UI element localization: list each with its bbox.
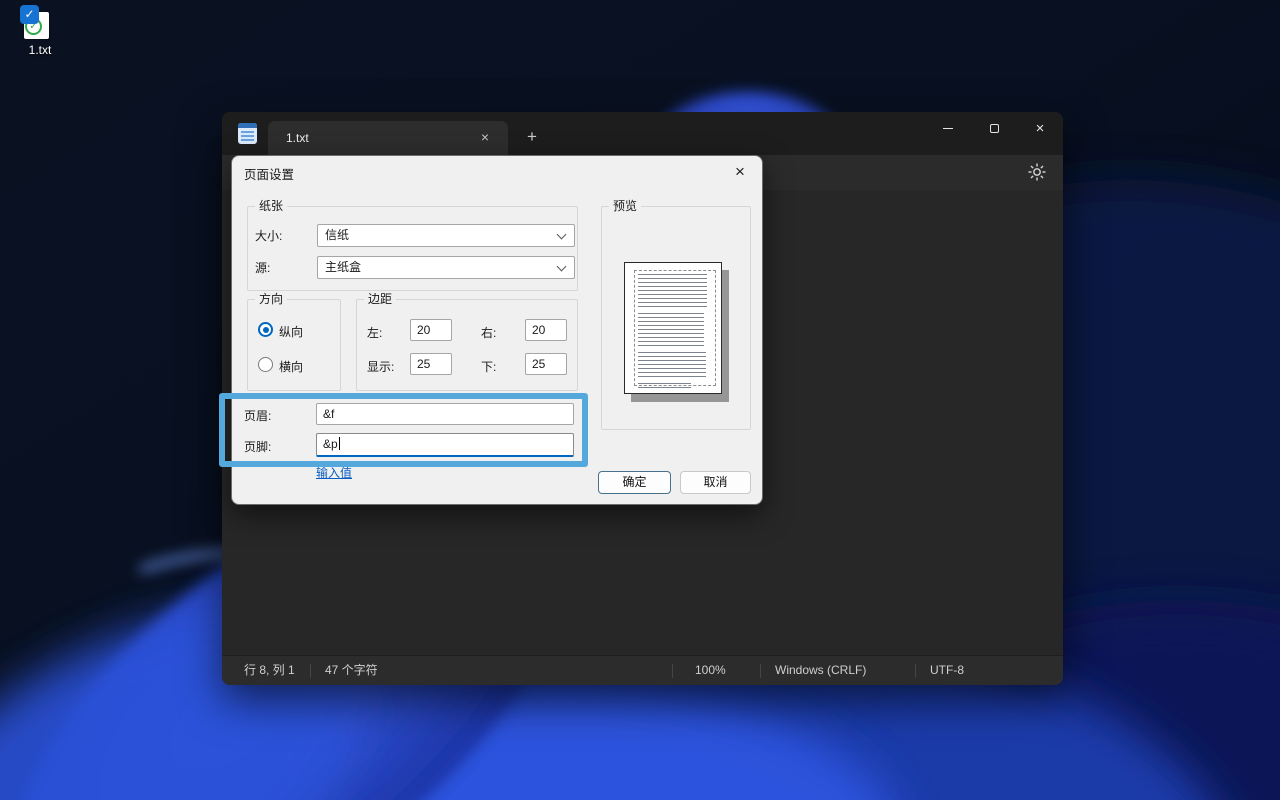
margin-top-label: 显示: (367, 358, 394, 375)
close-icon: × (1036, 121, 1045, 136)
statusbar-divider (672, 664, 673, 678)
statusbar-divider (915, 664, 916, 678)
margin-bottom-input[interactable] (525, 353, 567, 375)
desktop-icon-1txt[interactable]: ✓ ✓ 1.txt (8, 5, 72, 65)
portrait-radio[interactable] (258, 322, 273, 337)
cancel-button[interactable]: 取消 (680, 471, 751, 494)
minimize-icon (943, 128, 953, 129)
notepad-app-icon (238, 123, 257, 144)
char-count: 47 个字符 (325, 656, 378, 685)
margin-bottom-label: 下: (481, 358, 496, 375)
minimize-button[interactable] (925, 112, 971, 144)
maximize-icon (990, 124, 999, 133)
margin-left-label: 左: (367, 324, 382, 341)
orientation-group: 方向 纵向 横向 (247, 299, 341, 391)
dialog-title: 页面设置 (244, 164, 294, 183)
zoom-level[interactable]: 100% (695, 656, 726, 685)
statusbar: 行 8, 列 1 47 个字符 100% Windows (CRLF) UTF-… (222, 655, 1063, 685)
dialog-close-button[interactable]: × (727, 160, 753, 184)
paper-size-label: 大小: (255, 227, 282, 244)
preview-margin-outline (634, 270, 716, 386)
margin-top-input[interactable] (410, 353, 452, 375)
margin-left-input[interactable] (410, 319, 452, 341)
new-tab-button[interactable]: + (520, 121, 544, 155)
preview-legend: 预览 (609, 199, 641, 214)
orientation-legend: 方向 (255, 292, 287, 307)
desktop-icon-label: 1.txt (8, 43, 72, 57)
tab-close-icon[interactable]: × (474, 128, 496, 148)
gear-icon (1027, 162, 1047, 182)
landscape-radio[interactable] (258, 357, 273, 372)
landscape-label: 横向 (279, 358, 303, 375)
paper-legend: 纸张 (255, 199, 287, 214)
maximize-button[interactable] (971, 112, 1017, 144)
margins-legend: 边距 (364, 292, 396, 307)
paper-size-dropdown[interactable]: 信纸 (317, 224, 575, 247)
titlebar[interactable]: 1.txt × + × (222, 112, 1063, 155)
close-button[interactable]: × (1017, 112, 1063, 144)
preview-group: 预览 (601, 206, 751, 430)
annotation-highlight (219, 393, 588, 467)
encoding[interactable]: UTF-8 (930, 656, 964, 685)
selected-check-badge-icon: ✓ (20, 5, 39, 24)
line-ending[interactable]: Windows (CRLF) (775, 656, 866, 685)
margins-group: 边距 左: 右: 显示: 下: (356, 299, 578, 391)
tab-1txt[interactable]: 1.txt × (268, 121, 508, 155)
preview-page-thumbnail (624, 262, 722, 394)
paper-source-value: 主纸盒 (325, 260, 361, 274)
tab-title: 1.txt (286, 121, 309, 155)
desktop: ✓ ✓ 1.txt 1.txt × + × (0, 0, 1280, 800)
paper-group: 纸张 大小: 信纸 源: 主纸盒 (247, 206, 578, 291)
paper-size-value: 信纸 (325, 228, 349, 242)
ok-button[interactable]: 确定 (598, 471, 671, 494)
cursor-position: 行 8, 列 1 (244, 656, 295, 685)
chevron-down-icon (557, 262, 567, 272)
margin-right-label: 右: (481, 324, 496, 341)
statusbar-divider (760, 664, 761, 678)
portrait-label: 纵向 (279, 323, 303, 340)
chevron-down-icon (557, 230, 567, 240)
margin-right-input[interactable] (525, 319, 567, 341)
paper-source-dropdown[interactable]: 主纸盒 (317, 256, 575, 279)
statusbar-divider (310, 664, 311, 678)
paper-source-label: 源: (255, 259, 270, 276)
settings-button[interactable] (1027, 162, 1047, 182)
